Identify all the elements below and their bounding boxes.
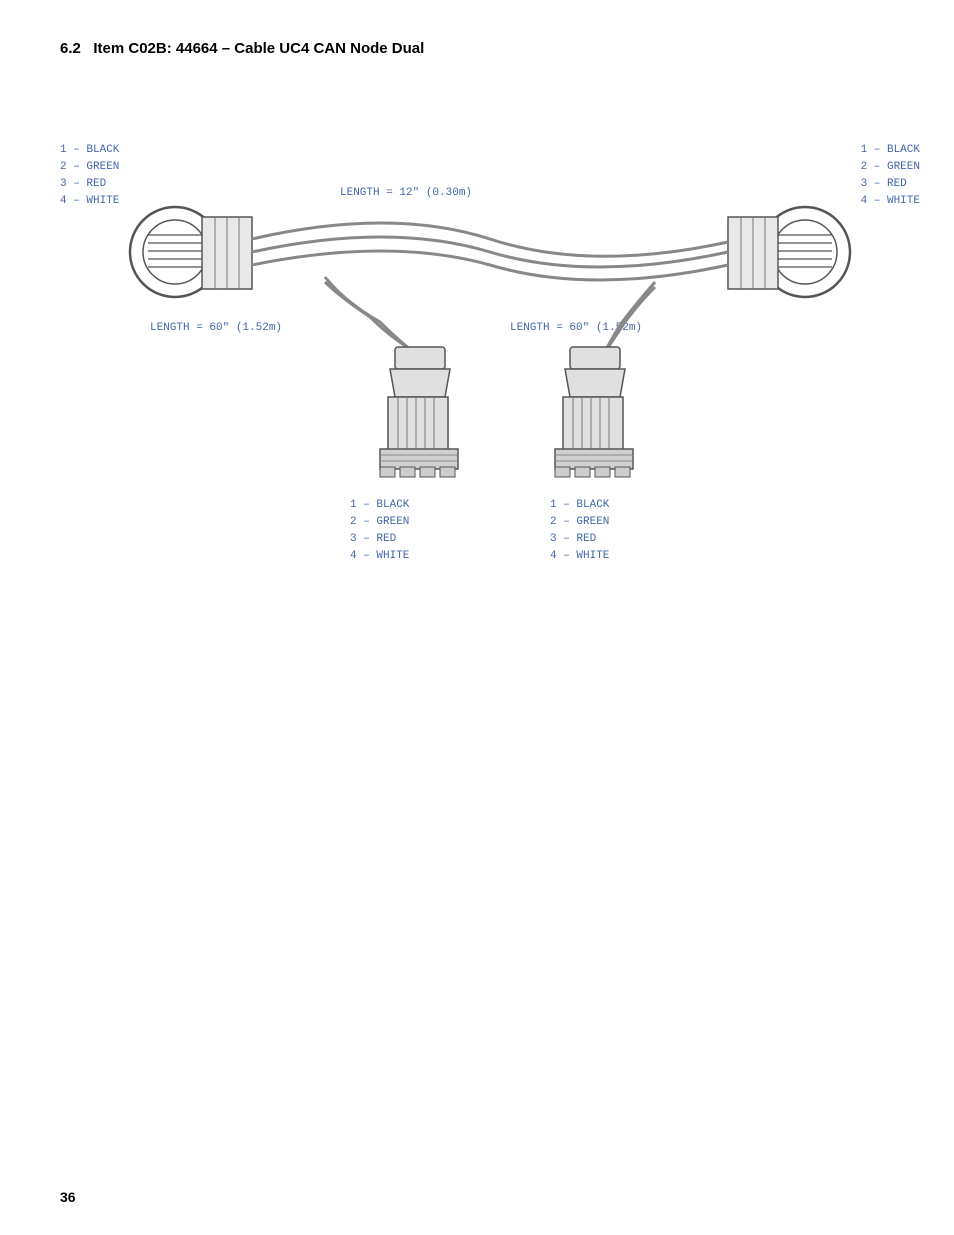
page-number: 36 xyxy=(60,1189,76,1205)
cable-diagram-svg xyxy=(60,87,920,607)
section-number: 6.2 xyxy=(60,40,81,57)
section-heading: Item C02B: 44664 – Cable UC4 CAN Node Du… xyxy=(93,40,424,57)
diagram-area: 1 – BLACK 2 – GREEN 3 – RED 4 – WHITE 1 … xyxy=(60,87,920,607)
page: 6.2 Item C02B: 44664 – Cable UC4 CAN Nod… xyxy=(0,0,954,1235)
section-title: 6.2 Item C02B: 44664 – Cable UC4 CAN Nod… xyxy=(60,40,894,57)
